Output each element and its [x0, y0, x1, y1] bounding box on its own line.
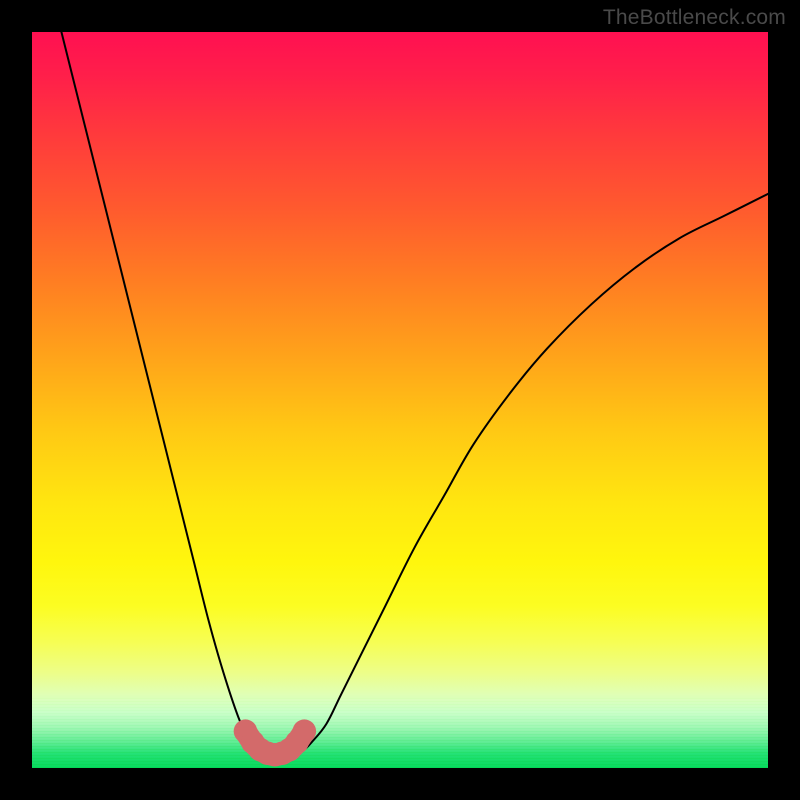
bottleneck-marker	[248, 738, 272, 762]
bottleneck-marker	[278, 738, 302, 762]
plot-area	[32, 32, 768, 768]
bottleneck-marker	[241, 730, 265, 754]
bottleneck-marker	[285, 730, 309, 754]
bottleneck-marker	[234, 719, 258, 743]
bottom-band-stripes	[32, 698, 768, 768]
watermark-text: TheBottleneck.com	[603, 6, 786, 30]
curve-overlay	[32, 32, 768, 768]
bottleneck-marker	[293, 719, 317, 743]
bottleneck-marker	[270, 742, 294, 766]
bottleneck-marker	[256, 742, 280, 766]
bottleneck-u-stroke	[245, 731, 304, 755]
curve-left-branch	[61, 32, 267, 753]
bottleneck-marker	[263, 743, 287, 767]
curve-right-branch	[297, 194, 768, 753]
outer-black-frame: TheBottleneck.com	[0, 0, 800, 800]
